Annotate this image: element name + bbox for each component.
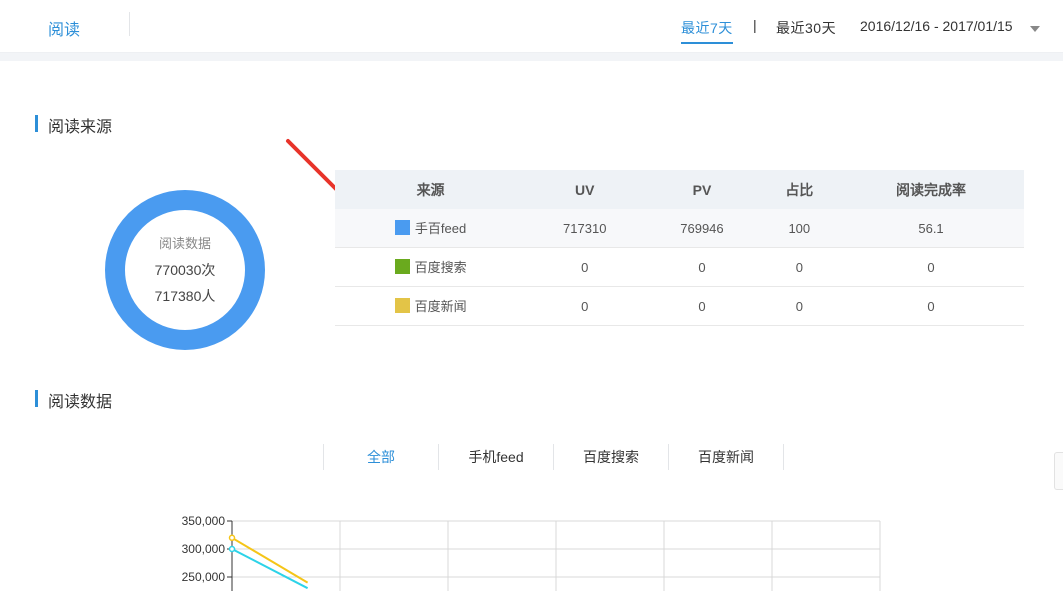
- source-table: 来源 UV PV 占比 阅读完成率 手百feed 717310 769946 1…: [335, 170, 1024, 326]
- donut-center: 阅读数据 770030次 717380人: [105, 190, 265, 350]
- pv-cell: 769946: [643, 209, 761, 248]
- pv-cell: 0: [643, 247, 761, 287]
- series-point: [228, 534, 236, 542]
- read-tab[interactable]: 阅读: [48, 16, 80, 40]
- donut-count: 770030次: [154, 262, 216, 278]
- range-separator: |: [753, 17, 757, 33]
- col-source: 来源: [335, 170, 527, 209]
- uv-cell: 0: [526, 286, 644, 326]
- last-30-days-tab[interactable]: 最近30天: [776, 18, 836, 38]
- table-header-row: 来源 UV PV 占比 阅读完成率: [335, 170, 1024, 209]
- color-swatch: [394, 298, 410, 313]
- donut-label: 阅读数据: [158, 236, 211, 251]
- completion-cell: 0: [838, 286, 1024, 326]
- completion-cell: 0: [838, 247, 1024, 287]
- series-point: [228, 545, 236, 553]
- pv-cell: 0: [643, 286, 761, 326]
- section-title-source: 阅读来源: [35, 113, 112, 137]
- ratio-cell: 0: [760, 247, 839, 287]
- section-title-data: 阅读数据: [35, 388, 112, 412]
- chevron-down-icon[interactable]: [1030, 26, 1040, 32]
- ratio-cell: 0: [760, 286, 839, 326]
- col-ratio: 占比: [760, 170, 839, 209]
- uv-cell: 717310: [526, 209, 644, 248]
- header-divider: [129, 12, 130, 36]
- table-row: 手百feed 717310 769946 100 56.1: [335, 209, 1024, 248]
- last-7-days-tab[interactable]: 最近7天: [681, 18, 733, 44]
- side-scroll-handle[interactable]: [1054, 452, 1063, 490]
- source-cell: 百度搜索: [335, 247, 527, 287]
- color-swatch: [394, 259, 410, 274]
- completion-cell: 56.1: [838, 209, 1024, 248]
- top-bar: 阅读 最近7天 | 最近30天 2016/12/16 - 2017/01/15: [0, 0, 1063, 53]
- source-name: 百度搜索: [414, 260, 467, 275]
- header-gap: [0, 53, 1063, 61]
- read-line-chart: 350,000 300,000 250,000: [182, 514, 881, 591]
- series-line: [231, 548, 309, 590]
- color-swatch: [394, 220, 410, 235]
- ratio-cell: 100: [760, 209, 839, 248]
- series-line: [231, 536, 309, 584]
- donut-users: 717380人: [154, 288, 216, 304]
- uv-cell: 0: [526, 247, 644, 287]
- tab-baidu-news[interactable]: 百度新闻: [668, 444, 784, 470]
- y-tick-label: 350,000: [182, 514, 226, 528]
- source-name: 手百feed: [414, 221, 467, 236]
- filter-tabs: 全部 手机feed 百度搜索 百度新闻: [323, 444, 784, 470]
- source-cell: 百度新闻: [335, 286, 527, 326]
- col-pv: PV: [643, 170, 761, 209]
- y-tick-label: 250,000: [182, 570, 226, 584]
- source-cell: 手百feed: [335, 209, 527, 248]
- source-name: 百度新闻: [414, 299, 467, 314]
- tab-all[interactable]: 全部: [323, 444, 438, 470]
- table-row: 百度新闻 0 0 0 0: [335, 286, 1024, 326]
- y-tick-label: 300,000: [182, 542, 226, 556]
- col-uv: UV: [526, 170, 644, 209]
- table-row: 百度搜索 0 0 0 0: [335, 247, 1024, 287]
- tab-mobile-feed[interactable]: 手机feed: [438, 444, 553, 470]
- tab-baidu-search[interactable]: 百度搜索: [553, 444, 668, 470]
- date-range-picker[interactable]: 2016/12/16 - 2017/01/15: [860, 18, 1013, 34]
- col-completion: 阅读完成率: [838, 170, 1024, 209]
